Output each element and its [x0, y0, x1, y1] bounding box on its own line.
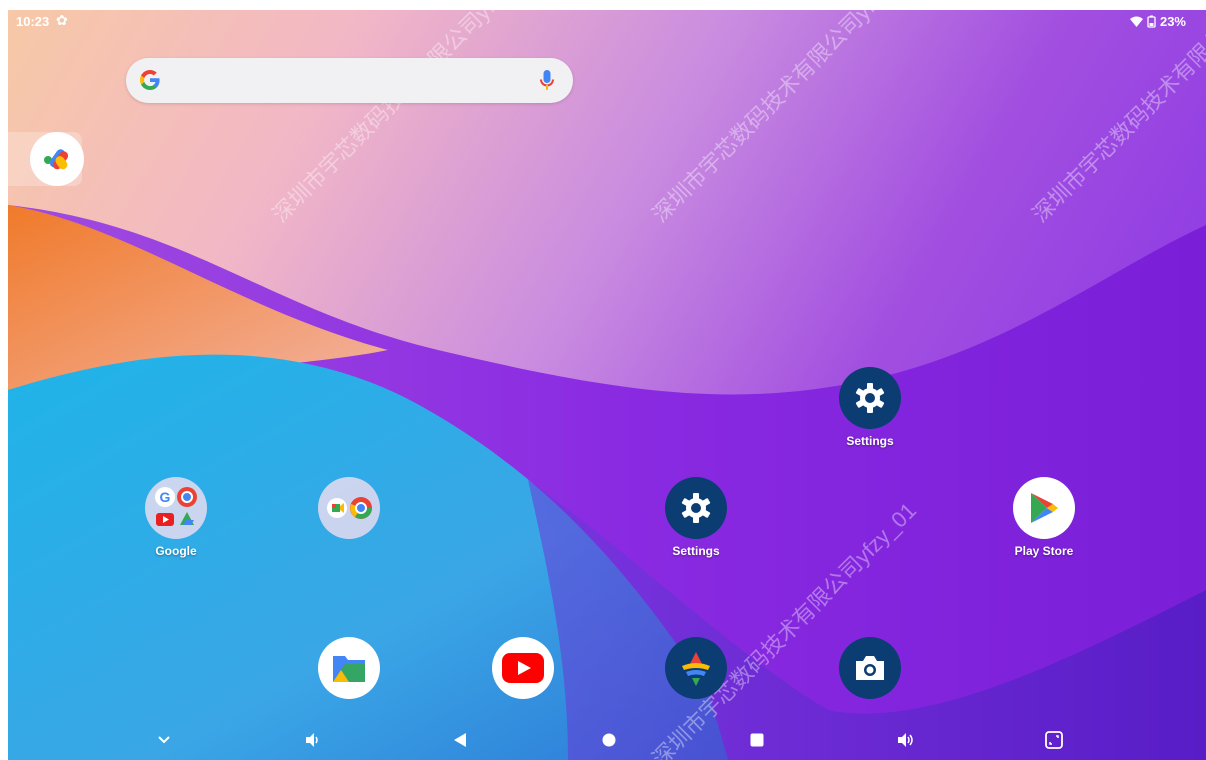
folder-icon — [318, 477, 380, 539]
volume-up-icon[interactable] — [894, 730, 918, 750]
play-store-app[interactable]: Play Store — [994, 477, 1094, 558]
settings-gear-icon — [665, 477, 727, 539]
app-label: Play Store — [1014, 544, 1074, 558]
settings-gear-icon — [839, 367, 901, 429]
wallpaper — [8, 205, 1206, 760]
home-screen: 深圳市宇芯数码技术有限公司yfzy_01 深圳市宇芯数码技术有限公司yfzy_0… — [8, 10, 1206, 760]
camera-app[interactable] — [820, 637, 920, 699]
assistant-shortcut-icon[interactable] — [30, 132, 84, 186]
settings-app[interactable]: Settings — [646, 477, 746, 558]
wifi-icon — [1129, 16, 1143, 27]
app-label: Settings — [672, 544, 720, 558]
volume-down-icon[interactable] — [300, 730, 324, 750]
screenshot-icon[interactable] — [1042, 730, 1066, 750]
recents-icon[interactable] — [745, 730, 769, 750]
google-folder[interactable]: G Google — [126, 477, 226, 558]
gallery-icon — [665, 637, 727, 699]
status-time: 10:23 — [16, 14, 50, 29]
svg-text:G: G — [160, 489, 171, 505]
battery-icon — [1147, 15, 1156, 28]
files-icon — [318, 637, 380, 699]
app-label: Google — [155, 544, 197, 558]
search-bar[interactable] — [126, 58, 573, 103]
navigation-bar — [8, 720, 1206, 760]
youtube-icon — [492, 637, 554, 699]
status-bar: 10:23 ✿ 23% — [8, 10, 1206, 34]
settings-app-top[interactable]: Settings — [820, 367, 920, 448]
settings-gear-icon: ✿ — [56, 12, 68, 28]
assistant-edge-panel[interactable] — [8, 132, 84, 186]
camera-icon — [839, 637, 901, 699]
mic-icon[interactable] — [537, 68, 557, 92]
home-icon[interactable] — [597, 730, 621, 750]
files-app[interactable] — [299, 637, 399, 699]
app-label: Settings — [846, 434, 894, 448]
google-g-icon — [140, 70, 160, 90]
gallery-app[interactable] — [646, 637, 746, 699]
chevron-down-icon[interactable] — [152, 730, 176, 750]
status-indicators: 23% — [1129, 14, 1186, 29]
meet-chrome-folder[interactable] — [299, 477, 399, 544]
youtube-app[interactable] — [473, 637, 573, 699]
folder-icon: G — [145, 477, 207, 539]
back-icon[interactable] — [448, 730, 472, 750]
battery-percent: 23% — [1159, 14, 1186, 29]
play-store-icon — [1013, 477, 1075, 539]
